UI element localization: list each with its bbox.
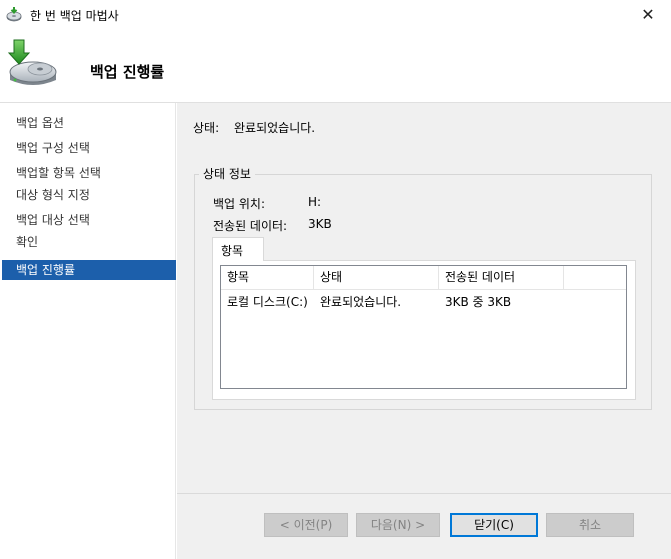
cell-transferred: 3KB 중 3KB: [445, 295, 512, 309]
status-info-group-title: 상태 정보: [199, 165, 255, 182]
main-panel: 상태: 완료되었습니다. 상태 정보 백업 위치: H: 전송된 데이터: 3K…: [177, 103, 671, 493]
column-header-transferred[interactable]: 전송된 데이터: [439, 266, 564, 289]
cell-item: 로컬 디스크(C:): [227, 295, 308, 309]
transferred-data-value: 3KB: [308, 217, 332, 231]
column-header-status[interactable]: 상태: [314, 266, 439, 289]
wizard-header: 백업 진행률: [0, 30, 671, 102]
previous-button[interactable]: < 이전(P): [264, 513, 348, 537]
close-button[interactable]: 닫기(C): [450, 513, 538, 537]
title-bar: 한 번 백업 마법사 ✕: [0, 0, 671, 30]
sidebar-item-backup-configuration: 백업 구성 선택: [16, 141, 90, 155]
window-title: 한 번 백업 마법사: [30, 9, 119, 23]
wizard-steps-sidebar: 백업 옵션 백업 구성 선택 백업할 항목 선택 대상 형식 지정 백업 대상 …: [0, 103, 176, 559]
list-header: 항목 상태 전송된 데이터: [221, 266, 626, 290]
cancel-button[interactable]: 취소: [546, 513, 634, 537]
backup-location-label: 백업 위치:: [213, 197, 266, 211]
column-header-item[interactable]: 항목: [221, 266, 314, 289]
tab-items[interactable]: 항목: [212, 237, 264, 261]
sidebar-item-backup-progress: 백업 진행률: [2, 260, 176, 280]
backup-app-icon: [6, 7, 22, 22]
items-list[interactable]: 항목 상태 전송된 데이터 로컬 디스크(C:) 완료되었습니다. 3KB 중 …: [220, 265, 627, 389]
backup-disk-icon: [7, 39, 57, 85]
close-icon[interactable]: ✕: [628, 0, 668, 30]
page-title: 백업 진행률: [90, 63, 165, 81]
cell-status: 완료되었습니다.: [320, 295, 402, 309]
next-button[interactable]: 다음(N) >: [356, 513, 440, 537]
status-value: 완료되었습니다.: [234, 121, 316, 135]
wizard-footer: < 이전(P) 다음(N) > 닫기(C) 취소: [177, 493, 671, 559]
sidebar-item-select-items: 백업할 항목 선택: [16, 166, 101, 180]
backup-location-value: H:: [308, 195, 322, 209]
status-label: 상태:: [193, 121, 220, 135]
transferred-data-label: 전송된 데이터:: [213, 219, 288, 233]
sidebar-item-backup-options: 백업 옵션: [16, 116, 64, 130]
sidebar-item-backup-destination: 백업 대상 선택: [16, 213, 90, 227]
sidebar-item-confirmation: 확인: [16, 235, 39, 249]
sidebar-item-destination-type: 대상 형식 지정: [16, 188, 90, 202]
